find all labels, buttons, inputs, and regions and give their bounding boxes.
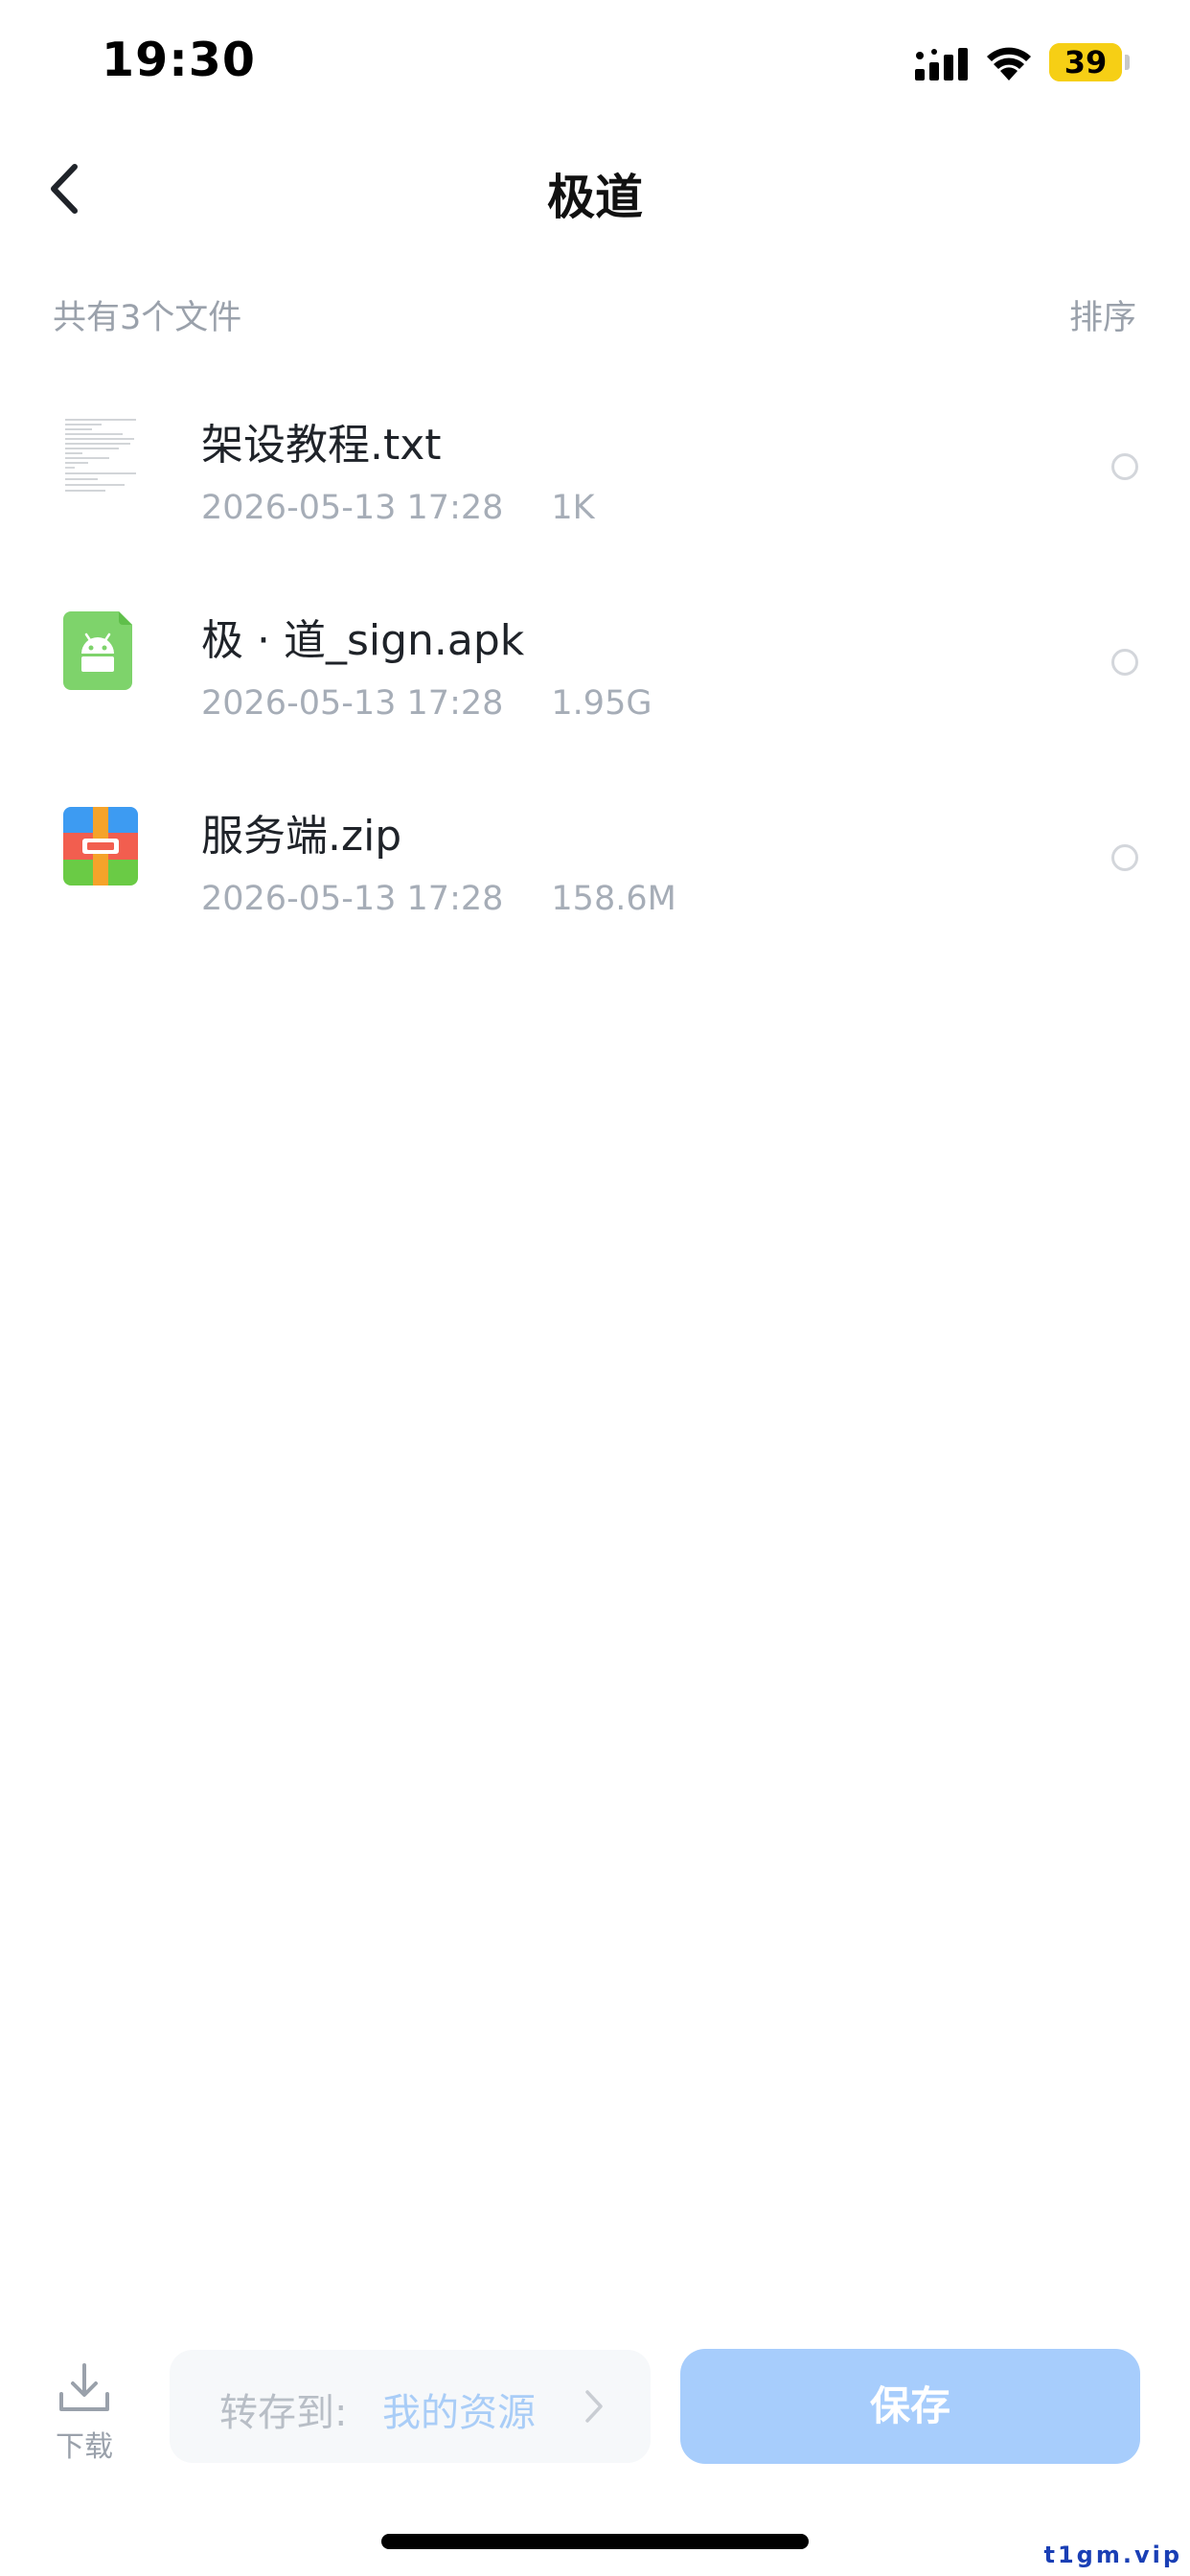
text-document-icon [63,416,138,494]
file-size: 158.6M [551,880,676,918]
status-time: 19:30 [102,33,256,87]
file-date: 2026-05-13 17:28 [201,489,504,527]
home-indicator[interactable] [381,2534,809,2549]
download-icon [59,2363,109,2411]
file-count: 共有3个文件 [53,299,242,337]
file-size: 1.95G [551,684,652,723]
chevron-left-icon[interactable] [38,155,96,222]
save-button[interactable]: 保存 [680,2349,1140,2464]
list-item[interactable]: 服务端.zip 2026-05-13 17:28 158.6M [0,774,1190,970]
list-item[interactable]: 极 · 道_sign.apk 2026-05-13 17:28 1.95G [0,579,1190,774]
battery-percent: 39 [1064,44,1108,80]
select-radio[interactable] [1111,844,1138,871]
zip-archive-icon [63,807,138,886]
wifi-icon [987,47,1031,80]
file-meta: 2026-05-13 17:28 158.6M [201,880,676,918]
file-name: 架设教程.txt [201,421,442,470]
file-meta: 2026-05-13 17:28 1.95G [201,684,652,723]
file-meta: 2026-05-13 17:28 1K [201,489,595,527]
select-radio[interactable] [1111,649,1138,676]
save-to-selector[interactable]: 转存到: 我的资源 [170,2350,651,2463]
file-name: 服务端.zip [201,812,402,861]
android-apk-icon [63,611,132,690]
battery-cap [1125,55,1130,70]
status-bar: 19:30 39 [0,0,1190,126]
sort-button[interactable]: 排序 [1069,290,1136,339]
file-name: 极 · 道_sign.apk [201,616,525,665]
save-to-label: 转存到: [219,2391,348,2435]
select-radio[interactable] [1111,453,1138,480]
page-title: 极道 [547,170,643,225]
battery-icon: 39 [1049,43,1122,81]
file-list: 架设教程.txt 2026-05-13 17:28 1K 极 · 道_sign.a… [0,383,1190,970]
file-date: 2026-05-13 17:28 [201,880,504,918]
file-size: 1K [551,489,595,527]
signal-icon [915,48,968,80]
file-date: 2026-05-13 17:28 [201,684,504,723]
download-button[interactable]: 下载 [46,2356,123,2464]
chevron-right-icon [585,2390,603,2423]
save-to-target: 我的资源 [382,2391,536,2435]
watermark: t1gm.vip [1043,2542,1182,2568]
download-label: 下载 [56,2430,113,2464]
list-item[interactable]: 架设教程.txt 2026-05-13 17:28 1K [0,383,1190,579]
